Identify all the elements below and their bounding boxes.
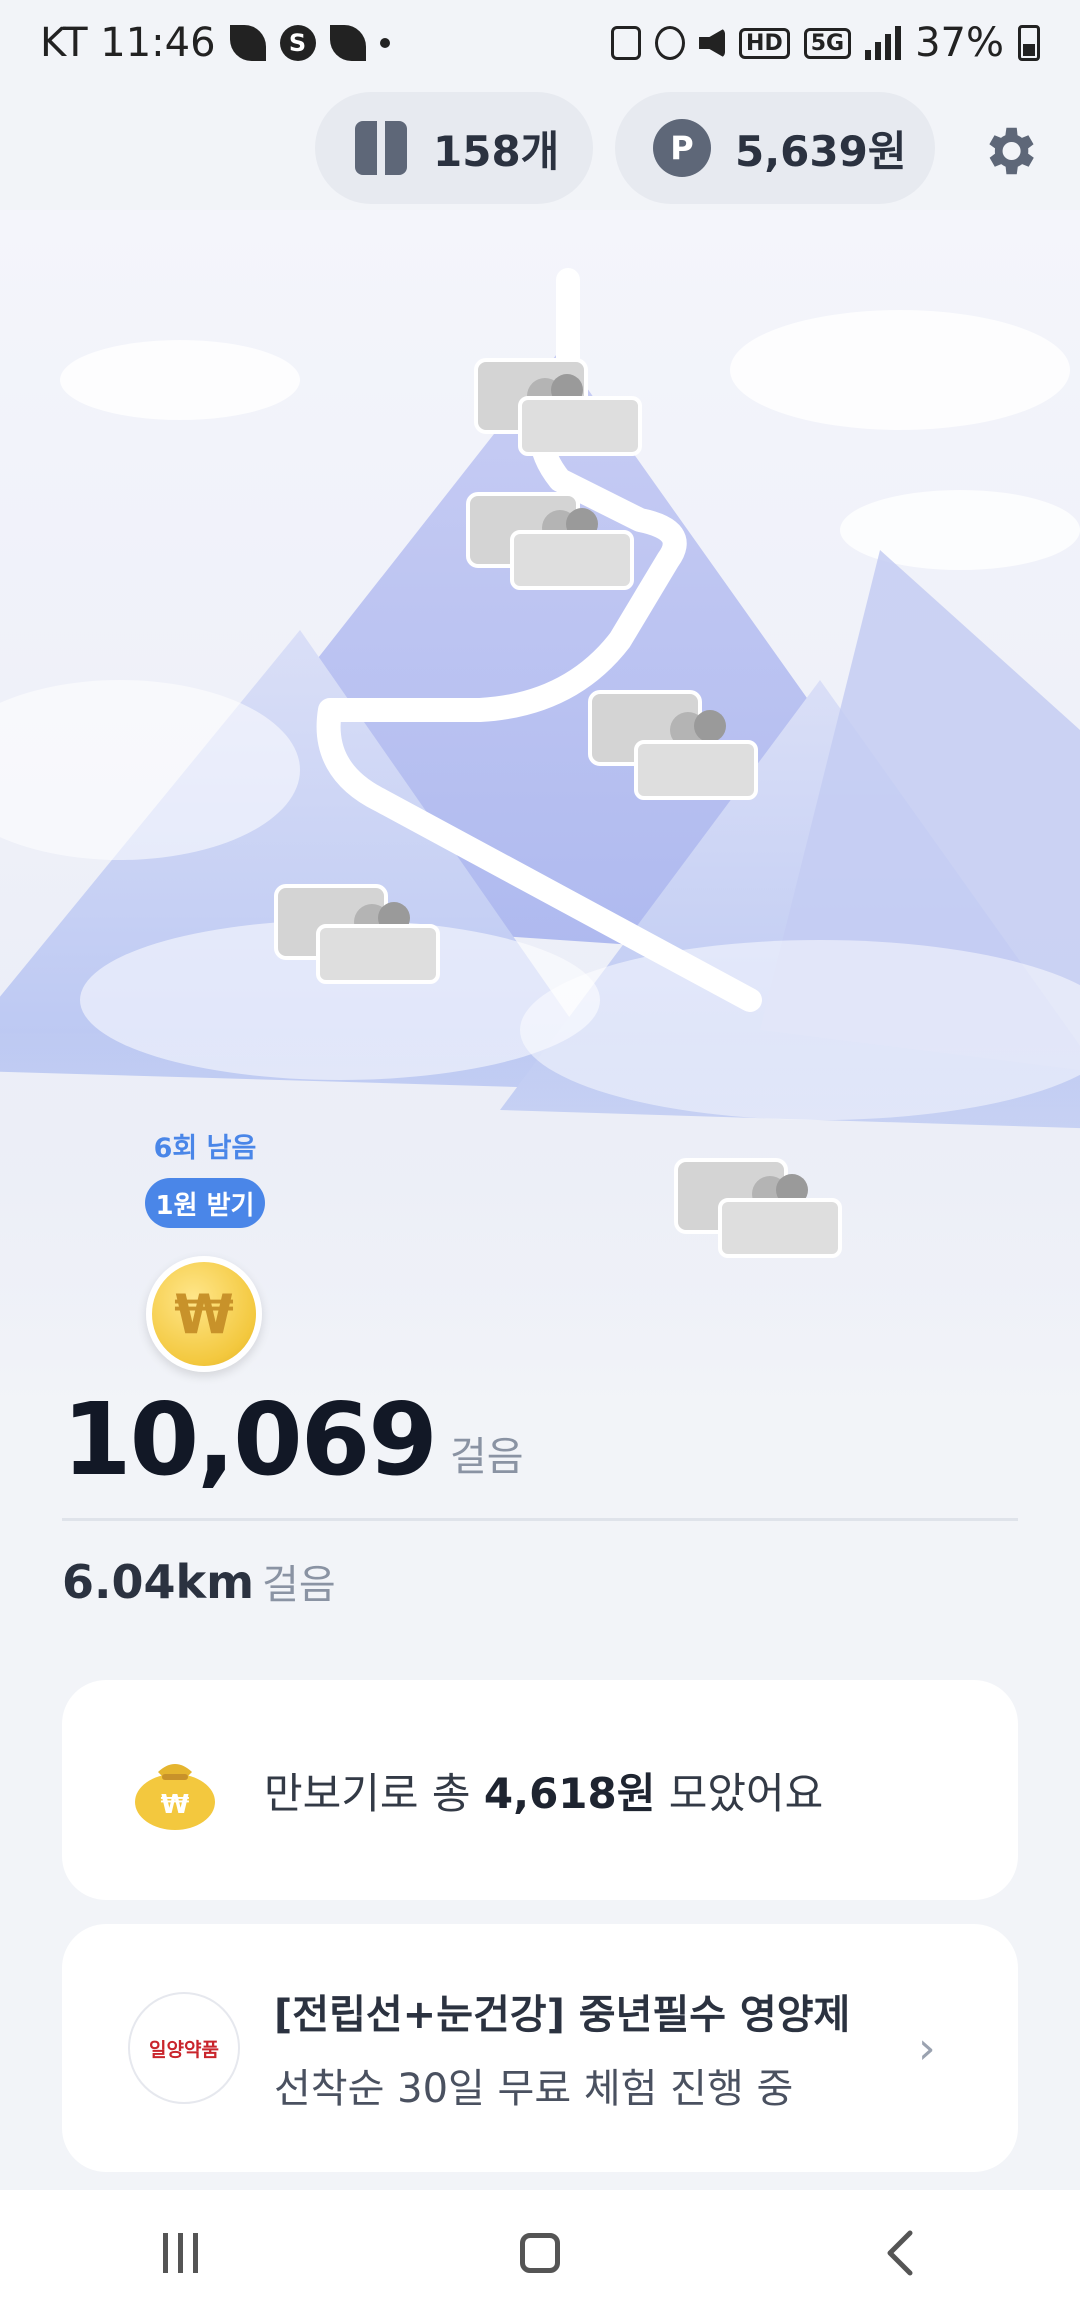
gift-box-chip[interactable]: 158개 — [315, 92, 593, 204]
ad-texts: [전립선+눈건강] 중년필수 영양제 선착순 30일 무료 체험 진행 중 — [274, 1982, 918, 2114]
chevron-right-icon: › — [918, 2022, 936, 2074]
steps-unit: 걸음 — [449, 1434, 524, 1480]
total-savings-text: 만보기로 총 4,618원 모았어요 — [264, 1760, 823, 1821]
advertiser-logo: 일양약품 — [128, 1992, 240, 2104]
steps-count: 10,069 — [62, 1381, 438, 1498]
point-icon: P — [653, 119, 711, 177]
signal-icon — [865, 26, 902, 60]
home-button[interactable] — [480, 2213, 600, 2293]
leaf-icon — [229, 25, 266, 61]
battery-percent: 37% — [915, 20, 1004, 66]
ad-title: [전립선+눈건강] 중년필수 영양제 — [274, 1992, 851, 2038]
battery-icon — [1018, 25, 1040, 61]
divider — [62, 1518, 1018, 1521]
mountain-scene — [0, 210, 1080, 1410]
system-nav-bar — [0, 2190, 1080, 2316]
total-prefix: 만보기로 총 — [264, 1768, 484, 1818]
pedometer-screen: KT 11:46 S HD 5G 37% 158개 P 5,639원 6회 남음… — [0, 0, 1080, 2316]
gift-box-count: 158개 — [433, 126, 560, 176]
status-bar: KT 11:46 S HD 5G 37% — [0, 0, 1080, 90]
recent-apps-button[interactable] — [120, 2213, 240, 2293]
cloud-icon — [329, 25, 366, 61]
more-notifications-icon — [379, 38, 390, 48]
coin-button[interactable]: ₩ — [146, 1256, 262, 1372]
alarm-icon — [655, 26, 686, 60]
gift-box-icon — [355, 121, 407, 175]
advertiser-logo-text: 일양약품 — [149, 2038, 219, 2061]
5g-icon: 5G — [803, 27, 852, 59]
total-suffix: 모았어요 — [655, 1768, 824, 1818]
back-button[interactable] — [840, 2213, 960, 2293]
memo-icon — [611, 26, 642, 60]
points-chip[interactable]: P 5,639원 — [615, 92, 935, 204]
remaining-count: 6회 남음 — [153, 1133, 257, 1164]
mute-icon — [699, 28, 726, 58]
total-savings-card[interactable]: ₩ 만보기로 총 4,618원 모았어요 — [62, 1680, 1018, 1900]
distance-summary: 6.04km 걸음 — [62, 1552, 336, 1610]
get-reward-button[interactable]: 1원 받기 — [145, 1178, 265, 1228]
total-amount: 4,618원 — [483, 1768, 656, 1818]
points-amount: 5,639원 — [735, 126, 907, 176]
carrier-time: KT 11:46 — [40, 20, 216, 66]
hd-icon: HD — [739, 27, 790, 59]
status-right: HD 5G 37% — [611, 20, 1040, 66]
distance-value: 6.04km — [62, 1555, 255, 1609]
ad-subtitle: 선착순 30일 무료 체험 진행 중 — [274, 2066, 794, 2112]
back-arrow-icon — [887, 2230, 913, 2276]
ad-card[interactable]: 일양약품 [전립선+눈건강] 중년필수 영양제 선착순 30일 무료 체험 진행… — [62, 1924, 1018, 2172]
money-bag-icon: ₩ — [135, 1764, 215, 1830]
home-icon — [520, 2233, 560, 2273]
status-left: KT 11:46 S — [40, 20, 390, 66]
svg-text:₩: ₩ — [161, 1790, 190, 1820]
won-coin-icon: ₩ — [174, 1282, 234, 1346]
steps-summary: 10,069 걸음 — [62, 1390, 524, 1490]
distance-unit: 걸음 — [262, 1562, 336, 1608]
s-app-icon: S — [279, 25, 316, 61]
gear-icon[interactable] — [978, 120, 1040, 182]
